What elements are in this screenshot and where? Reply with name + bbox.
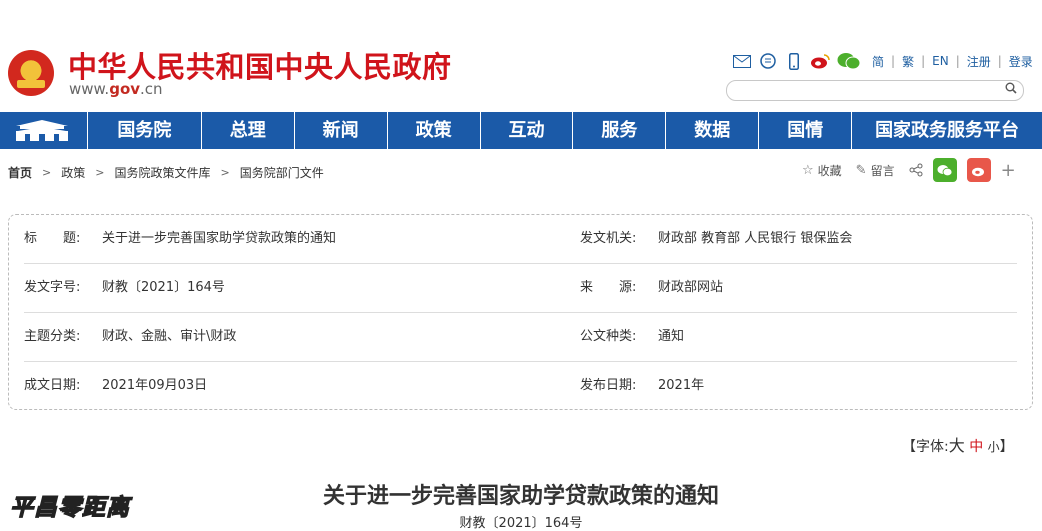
more-share-plus-icon[interactable]: +: [1001, 160, 1016, 181]
article-doc-number: 财教〔2021〕164号: [459, 516, 583, 531]
nav-national-info[interactable]: 国情: [759, 112, 853, 149]
meta-date-value: 2021年09月03日: [102, 378, 208, 393]
meta-source-cell: 来 源: 财政部网站: [580, 264, 723, 312]
font-size-large-button[interactable]: 大: [949, 436, 965, 455]
meta-row: 发文字号: 财教〔2021〕164号 来 源: 财政部网站: [24, 264, 1017, 313]
nav-data[interactable]: 数据: [666, 112, 760, 149]
page-actions: ☆ 收藏 ✎ 留言 +: [802, 158, 1016, 182]
meta-docno-value: 财教〔2021〕164号: [102, 280, 225, 295]
separator: |: [955, 54, 960, 68]
font-size-switcher: 【字体:大 中 小】: [902, 432, 1014, 456]
separator: |: [921, 54, 926, 68]
chat-bubble-icon[interactable]: [758, 52, 778, 70]
meta-type-label: 公文种类:: [580, 329, 637, 344]
meta-issuer-label: 发文机关:: [580, 231, 637, 246]
breadcrumb-home[interactable]: 首页: [8, 164, 32, 181]
meta-date-label: 成文日期:: [24, 378, 81, 393]
font-size-medium-button[interactable]: 中: [969, 439, 983, 455]
nav-policy[interactable]: 政策: [388, 112, 481, 149]
main-nav: 国务院 总理 新闻 政策 互动 服务 数据 国情 国家政务服务平台: [0, 112, 1042, 149]
meta-issuer-cell: 发文机关: 财政部 教育部 人民银行 银保监会: [580, 215, 852, 263]
meta-pub-cell: 发布日期: 2021年: [580, 362, 704, 410]
meta-pubdate-label: 发布日期:: [580, 378, 637, 393]
meta-source-label: 来 源:: [580, 280, 637, 295]
wechat-icon[interactable]: [836, 52, 862, 70]
font-size-suffix: 】: [999, 439, 1014, 455]
site-url-suffix: .cn: [140, 80, 163, 98]
login-link[interactable]: 登录: [1009, 53, 1033, 70]
breadcrumb-department-docs[interactable]: 国务院部门文件: [240, 164, 324, 181]
meta-date-cell: 成文日期: 2021年09月03日: [24, 362, 207, 410]
national-emblem-icon[interactable]: [8, 50, 54, 96]
chevron-right-icon: >: [42, 166, 52, 179]
breadcrumb-policy-library[interactable]: 国务院政策文件库: [114, 164, 210, 181]
meta-type-value: 通知: [658, 329, 685, 344]
chevron-right-icon: >: [220, 166, 230, 179]
meta-topic-label: 主题分类:: [24, 329, 81, 344]
lang-english-link[interactable]: EN: [932, 54, 949, 68]
share-wechat-icon[interactable]: [932, 158, 957, 182]
nav-services[interactable]: 服务: [573, 112, 667, 149]
site-header: 中华人民共和国中央人民政府 www.gov.cn 简 | 繁 | EN | 注册…: [0, 0, 1042, 112]
share-icon[interactable]: [909, 163, 923, 177]
article-title: 关于进一步完善国家助学贷款政策的通知: [322, 483, 719, 509]
meta-row: 成文日期: 2021年09月03日 发布日期: 2021年: [24, 362, 1017, 410]
meta-docno-cell: 发文字号: 财教〔2021〕164号: [24, 264, 225, 312]
mobile-phone-icon[interactable]: [784, 52, 804, 70]
nav-interaction[interactable]: 互动: [481, 112, 574, 149]
tiananmen-icon: [16, 120, 68, 141]
document-meta-table: 标 题: 关于进一步完善国家助学贷款政策的通知 发文机关: 财政部 教育部 人民银行…: [8, 214, 1033, 410]
lang-simplified-link[interactable]: 简: [872, 53, 884, 70]
search-icon[interactable]: [1005, 82, 1017, 97]
comment-label: 留言: [870, 163, 895, 178]
register-link[interactable]: 注册: [967, 53, 991, 70]
lang-traditional-link[interactable]: 繁: [902, 53, 914, 70]
meta-title-cell: 标 题: 关于进一步完善国家助学贷款政策的通知: [24, 215, 336, 263]
font-size-prefix: 【字体:: [902, 439, 949, 455]
site-url-gov: gov: [109, 80, 141, 98]
comment-button[interactable]: ✎ 留言: [856, 162, 895, 179]
envelope-icon[interactable]: [732, 52, 752, 70]
search-box: [726, 80, 1024, 101]
meta-docno-label: 发文字号:: [24, 280, 81, 295]
nav-state-council[interactable]: 国务院: [88, 112, 202, 149]
star-icon: ☆: [802, 162, 814, 178]
nav-gov-service-platform[interactable]: 国家政务服务平台: [852, 112, 1042, 149]
breadcrumb-policy[interactable]: 政策: [61, 164, 85, 181]
meta-row: 标 题: 关于进一步完善国家助学贷款政策的通知 发文机关: 财政部 教育部 人民银行…: [24, 215, 1017, 264]
separator: |: [997, 54, 1002, 68]
favorite-label: 收藏: [817, 163, 842, 178]
search-input[interactable]: [737, 82, 991, 100]
separator: |: [891, 54, 896, 68]
header-tools: 简 | 繁 | EN | 注册 | 登录: [732, 50, 1033, 72]
meta-title-value: 关于进一步完善国家助学贷款政策的通知: [102, 231, 337, 246]
meta-type-cell: 公文种类: 通知: [580, 313, 684, 361]
font-size-small-button[interactable]: 小: [988, 440, 1000, 454]
watermark-text: 平昌零距离: [9, 494, 130, 521]
nav-home-button[interactable]: [0, 112, 88, 149]
meta-title-label: 标 题:: [24, 231, 81, 246]
breadcrumb: 首页 > 政策 > 国务院政策文件库 > 国务院部门文件: [8, 164, 324, 181]
nav-premier[interactable]: 总理: [202, 112, 295, 149]
meta-topic-value: 财政、金融、审计\财政: [102, 329, 237, 344]
site-url-prefix: www.: [69, 80, 110, 98]
meta-source-value: 财政部网站: [658, 280, 724, 295]
favorite-button[interactable]: ☆ 收藏: [802, 162, 842, 179]
site-url[interactable]: www.gov.cn: [69, 80, 163, 98]
pencil-icon: ✎: [855, 162, 867, 178]
meta-row: 主题分类: 财政、金融、审计\财政 公文种类: 通知: [24, 313, 1017, 362]
weibo-icon[interactable]: [810, 52, 830, 70]
share-weibo-icon[interactable]: [966, 158, 991, 182]
language-links: 简 | 繁 | EN | 注册 | 登录: [872, 53, 1033, 70]
meta-issuer-value: 财政部 教育部 人民银行 银保监会: [658, 231, 853, 246]
nav-news[interactable]: 新闻: [295, 112, 388, 149]
chevron-right-icon: >: [95, 166, 105, 179]
meta-pubdate-value: 2021年: [658, 378, 705, 393]
meta-topic-cell: 主题分类: 财政、金融、审计\财政: [24, 313, 236, 361]
